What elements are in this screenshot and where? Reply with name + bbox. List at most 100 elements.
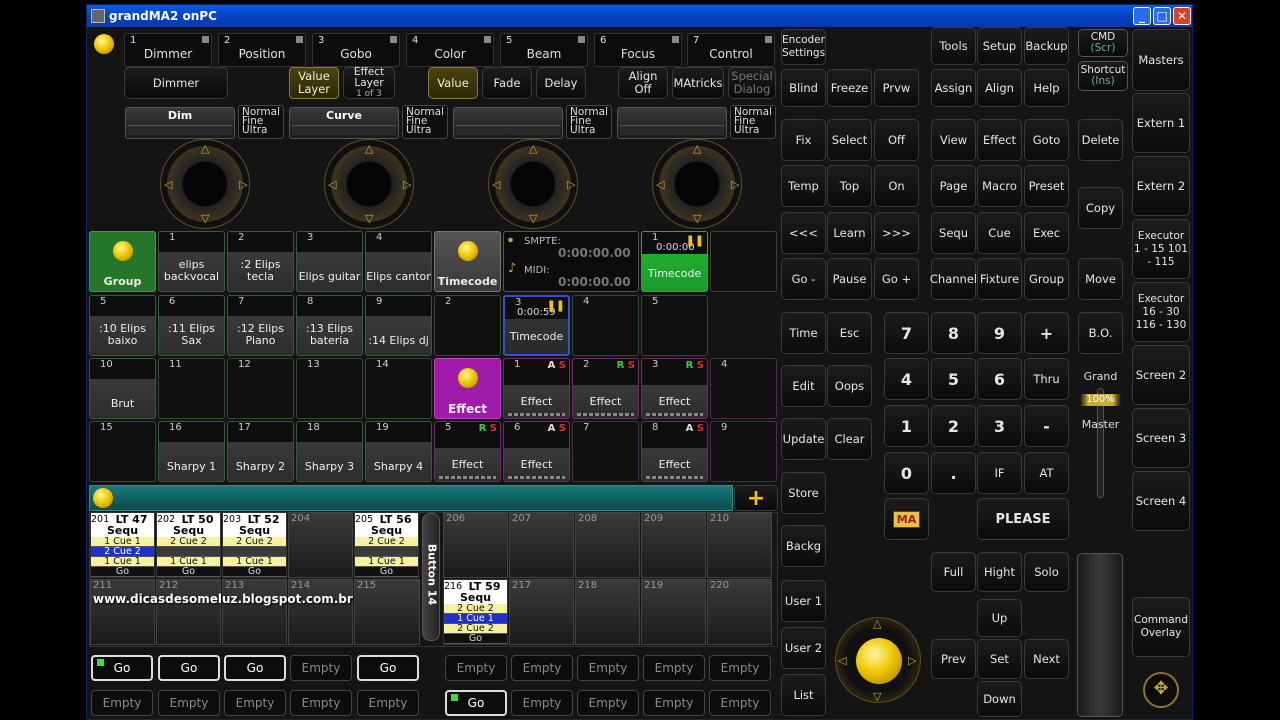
add-button[interactable]: + [734,485,778,511]
group-14[interactable]: 14 [365,358,432,419]
group-11[interactable]: 11 [158,358,225,419]
effect-3[interactable]: 3 R S Effect [641,358,708,419]
set-button[interactable]: Set [977,639,1022,679]
empty-button-213[interactable]: Empty [224,690,286,716]
tab-color[interactable]: 4 Color [406,33,494,67]
align-button[interactable]: Align Off [618,67,668,99]
cue-button[interactable]: Cue [977,212,1022,254]
executor-203[interactable]: 203 LT 52 Sequ 2 Cue 21 Cue 1 Go [222,512,287,578]
setup-button[interactable]: Setup [977,27,1022,65]
on-button[interactable]: On [874,165,919,207]
please-button[interactable]: PLEASE [977,498,1069,540]
empty-slot[interactable] [710,231,777,292]
executor-212[interactable]: 212 [156,579,221,645]
close-button[interactable]: ✕ [1173,7,1191,25]
at-button[interactable]: AT [1024,452,1069,494]
dimmer-feature-button[interactable]: Dimmer [124,67,228,99]
group-pool-header[interactable]: Group [89,231,156,292]
move-cross-icon[interactable]: ✥ [1143,672,1179,708]
hight-button[interactable]: Hight [977,552,1022,592]
speed-fader[interactable] [1077,553,1123,717]
executor-214[interactable]: 214 [288,579,353,645]
assign-button[interactable]: Assign [931,69,976,107]
executor-216[interactable]: 216 LT 59 Sequ 2 Cue 21 Cue 12 Cue 2 Go [443,579,508,645]
timecode-2[interactable]: 2 [434,295,501,356]
backg-button[interactable]: Backg [781,525,826,567]
timecode-pool-header[interactable]: Timecode [434,231,501,292]
empty-button-219[interactable]: Empty [643,690,705,716]
encoder-knob-2[interactable]: △ ▽ ◁ ▷ [324,139,414,229]
thru-button[interactable]: Thru [1024,358,1069,400]
key-3[interactable]: 3 [977,405,1022,447]
fix-button[interactable]: Fix [781,119,826,161]
help-button[interactable]: Help [1024,69,1069,107]
group-16[interactable]: 16 Sharpy 1 [158,421,225,482]
group-2[interactable]: 2:2 Elips tecla [227,231,294,292]
effect-6[interactable]: 6 A S Effect [503,421,570,482]
timecode-4[interactable]: 4 [572,295,639,356]
previous-button[interactable]: <<< [781,212,826,254]
executor-205[interactable]: 205 LT 56 Sequ 2 Cue 21 Cue 1 Go [354,512,419,578]
empty-button-209[interactable]: Empty [643,655,705,681]
freeze-button[interactable]: Freeze [827,69,872,107]
group-6[interactable]: 6:11 Elips Sax [158,295,225,356]
effect-pool-header[interactable]: Effect [434,358,501,419]
empty-button-204[interactable]: Empty [290,655,352,681]
learn-button[interactable]: Learn [827,212,872,254]
store-button[interactable]: Store [781,472,826,514]
empty-button-212[interactable]: Empty [158,690,220,716]
go-button-205[interactable]: Go [357,655,419,681]
channel-button[interactable]: Channel [930,258,977,300]
tab-position[interactable]: 2 Position [218,33,306,67]
down-button[interactable]: Down [977,681,1022,717]
maximize-button[interactable]: □ [1153,7,1171,25]
group-3[interactable]: 3 Elips guitar [296,231,363,292]
group-1[interactable]: 1 elips backvocal [158,231,225,292]
executor-208[interactable]: 208 [575,512,640,578]
preset-ball-icon[interactable] [94,34,114,54]
effect-8[interactable]: 8 A S Effect [641,421,708,482]
empty-button-215[interactable]: Empty [357,690,419,716]
next-key-button[interactable]: Next [1024,639,1069,679]
empty-button-207[interactable]: Empty [511,655,573,681]
tab-control[interactable]: 7 Control [687,33,775,67]
encoder-knob-3[interactable]: △ ▽ ◁ ▷ [488,139,578,229]
value-button[interactable]: Value [428,67,478,99]
empty-button-214[interactable]: Empty [290,690,352,716]
empty-button-208[interactable]: Empty [577,655,639,681]
effect-5[interactable]: 5 R S Effect [434,421,501,482]
extern-1-button[interactable]: Extern 1 [1132,93,1190,153]
up-button[interactable]: Up [977,599,1022,637]
timecode-3[interactable]: 3 0:00:59 ❚❚ Timecode [503,295,570,356]
esc-button[interactable]: Esc [827,312,872,354]
prvw-button[interactable]: Prvw [874,69,919,107]
group-button[interactable]: Group [1024,258,1069,300]
group-15[interactable]: 15 [89,421,156,482]
macro-button[interactable]: Macro [977,165,1022,207]
empty-button-206[interactable]: Empty [445,655,507,681]
encoder-knob-4[interactable]: △ ▽ ◁ ▷ [652,139,742,229]
encoder-resolution-3[interactable]: Normal Fine Ultra [566,105,612,139]
effect-1[interactable]: 1 A S Effect [503,358,570,419]
clear-button[interactable]: Clear [827,418,872,460]
blackout-button[interactable]: B.O. [1078,312,1123,354]
oops-button[interactable]: Oops [827,365,872,407]
cmd-button[interactable]: CMD (Scr) [1078,29,1128,57]
update-button[interactable]: Update [781,418,826,460]
encoder-resolution-1[interactable]: Normal Fine Ultra [238,105,284,139]
go-button-201[interactable]: Go [91,655,153,681]
blind-button[interactable]: Blind [781,69,826,107]
go-button-216[interactable]: Go [445,690,507,716]
key-1[interactable]: 1 [884,405,929,447]
delete-button[interactable]: Delete [1078,119,1123,161]
solo-button[interactable]: Solo [1024,552,1069,592]
value-layer-button[interactable]: Value Layer [289,67,339,99]
key-0[interactable]: 0 [884,452,929,494]
effect-9[interactable]: 9 [710,421,777,482]
key-7[interactable]: 7 [884,312,929,354]
minimize-button[interactable]: _ [1133,7,1151,25]
backup-button[interactable]: Backup [1024,27,1069,65]
encoder-resolution-4[interactable]: Normal Fine Ultra [730,105,776,139]
tab-focus[interactable]: 6 Focus [594,33,682,67]
full-button[interactable]: Full [931,552,976,592]
